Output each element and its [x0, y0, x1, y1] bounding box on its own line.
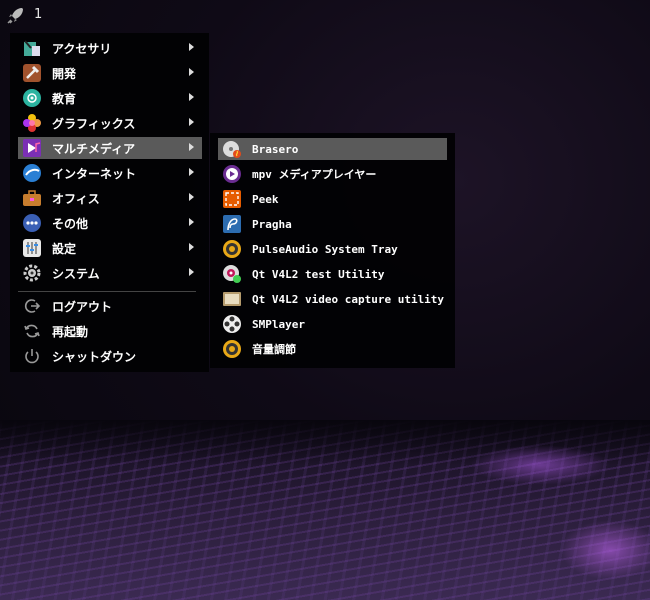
menu-item-label: その他	[52, 216, 89, 231]
submenu-item-brasero[interactable]: Brasero	[218, 138, 447, 160]
qvidcap-icon	[222, 289, 242, 309]
brasero-icon	[222, 139, 242, 159]
menu-item-office[interactable]: オフィス	[18, 187, 202, 209]
logout-button[interactable]: ログアウト	[18, 295, 202, 317]
accessories-icon	[22, 38, 42, 58]
graphics-icon	[22, 113, 42, 133]
menu-item-label: アクセサリ	[52, 41, 112, 56]
peek-icon	[222, 189, 242, 209]
wallpaper-city	[0, 420, 650, 600]
submenu-arrow-icon	[189, 218, 194, 226]
submenu-item-label: Brasero	[252, 142, 299, 156]
submenu-item-label: SMPlayer	[252, 317, 305, 331]
menu-item-education[interactable]: 教育	[18, 87, 202, 109]
qv4l2-icon	[222, 264, 242, 284]
shutdown-icon	[22, 346, 42, 366]
submenu-arrow-icon	[189, 43, 194, 51]
settings-icon	[22, 238, 42, 258]
pulseaudio-icon	[222, 239, 242, 259]
menu-item-label: 開発	[52, 66, 77, 81]
submenu-arrow-icon	[189, 118, 194, 126]
submenu-arrow-icon	[189, 243, 194, 251]
internet-icon	[22, 163, 42, 183]
menu-item-other[interactable]: その他	[18, 212, 202, 234]
multimedia-submenu: Brasero mpv メディアプレイヤー Peek Pragha PulseA…	[210, 133, 455, 368]
submenu-item-pulseaudio[interactable]: PulseAudio System Tray	[218, 238, 447, 260]
smplayer-icon	[222, 314, 242, 334]
submenu-item-label: mpv メディアプレイヤー	[252, 168, 377, 181]
shutdown-button[interactable]: シャットダウン	[18, 345, 202, 367]
volume-control-icon	[222, 339, 242, 359]
menu-item-system[interactable]: システム	[18, 262, 202, 284]
submenu-item-smplayer[interactable]: SMPlayer	[218, 313, 447, 335]
application-menu: アクセサリ 開発 教育 グラフィックス マルチメディア インターネット オフィス…	[10, 33, 209, 372]
submenu-arrow-icon	[189, 93, 194, 101]
pragha-icon	[222, 214, 242, 234]
action-label: シャットダウン	[52, 349, 137, 364]
menu-item-settings[interactable]: 設定	[18, 237, 202, 259]
action-label: 再起動	[52, 324, 89, 339]
menu-item-graphics[interactable]: グラフィックス	[18, 112, 202, 134]
development-icon	[22, 63, 42, 83]
menu-item-internet[interactable]: インターネット	[18, 162, 202, 184]
submenu-arrow-icon	[189, 143, 194, 151]
submenu-item-label: Qt V4L2 video capture utility	[252, 292, 445, 306]
menu-item-accessories[interactable]: アクセサリ	[18, 37, 202, 59]
menu-item-development[interactable]: 開発	[18, 62, 202, 84]
submenu-arrow-icon	[189, 268, 194, 276]
other-icon	[22, 213, 42, 233]
submenu-item-label: PulseAudio System Tray	[252, 242, 398, 256]
menu-item-label: オフィス	[52, 191, 100, 206]
menu-item-label: インターネット	[52, 166, 137, 181]
submenu-arrow-icon	[189, 68, 194, 76]
submenu-item-label: Pragha	[252, 217, 292, 231]
submenu-arrow-icon	[189, 168, 194, 176]
submenu-item-volume-control[interactable]: 音量調節	[218, 338, 447, 360]
menu-item-label: グラフィックス	[52, 116, 136, 131]
menu-item-label: 教育	[52, 91, 77, 106]
menu-item-multimedia[interactable]: マルチメディア	[18, 137, 202, 159]
submenu-item-peek[interactable]: Peek	[218, 188, 447, 210]
menu-item-label: マルチメディア	[52, 141, 136, 156]
submenu-item-label: 音量調節	[252, 343, 296, 356]
wallpaper-glow	[560, 520, 650, 580]
logout-icon	[22, 296, 42, 316]
mpv-icon	[222, 164, 242, 184]
submenu-item-pragha[interactable]: Pragha	[218, 213, 447, 235]
rocket-icon[interactable]	[6, 5, 26, 25]
submenu-item-qv4l2[interactable]: Qt V4L2 test Utility	[218, 263, 447, 285]
submenu-item-label: Qt V4L2 test Utility	[252, 267, 385, 281]
menu-item-label: システム	[52, 266, 100, 281]
office-icon	[22, 188, 42, 208]
submenu-item-qvidcap[interactable]: Qt V4L2 video capture utility	[218, 288, 447, 310]
restart-icon	[22, 321, 42, 341]
submenu-arrow-icon	[189, 193, 194, 201]
action-label: ログアウト	[52, 299, 113, 314]
menu-item-label: 設定	[52, 241, 77, 256]
multimedia-icon	[22, 138, 42, 158]
education-icon	[22, 88, 42, 108]
restart-button[interactable]: 再起動	[18, 320, 202, 342]
top-panel: 1	[0, 0, 650, 30]
submenu-item-label: Peek	[252, 192, 279, 206]
submenu-item-mpv[interactable]: mpv メディアプレイヤー	[218, 163, 447, 185]
system-icon	[22, 263, 42, 283]
wallpaper-glow	[470, 445, 610, 485]
menu-separator	[18, 291, 196, 292]
workspace-indicator[interactable]: 1	[34, 7, 42, 22]
